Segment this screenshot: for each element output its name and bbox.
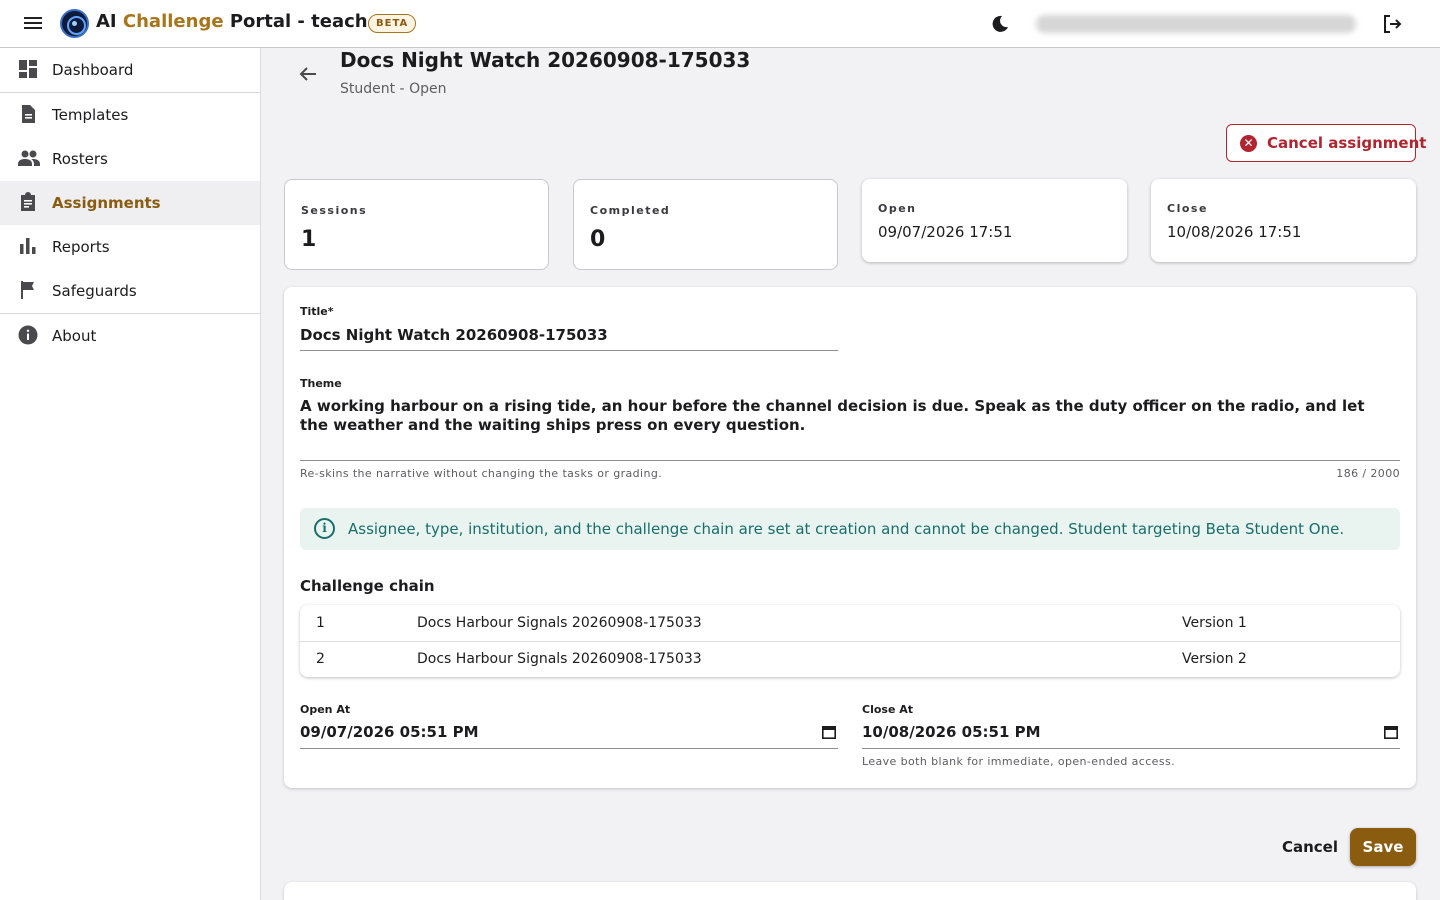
calendar-icon[interactable] [1384, 725, 1398, 739]
logout-icon[interactable] [1381, 13, 1403, 35]
info-alert: i Assignee, type, institution, and the c… [300, 508, 1400, 550]
sidebar-item-safeguards[interactable]: Safeguards [0, 269, 260, 313]
bar-chart-icon [18, 236, 38, 256]
info-outline-icon: i [314, 518, 335, 539]
calendar-icon[interactable] [822, 725, 836, 739]
title-input[interactable]: Docs Night Watch 20260908-175033 [300, 323, 838, 351]
stat-card-sessions: Sessions 1 [284, 179, 549, 270]
sidebar: Dashboard Templates Rosters Assignments … [0, 48, 261, 900]
table-row: 2 Docs Harbour Signals 20260908-175033 V… [300, 641, 1400, 677]
close-at-value: 10/08/2026 05:51 PM [862, 723, 1041, 741]
cancel-button[interactable]: Cancel [1276, 830, 1344, 864]
info-alert-text: Assignee, type, institution, and the cha… [348, 520, 1345, 538]
app-title-prefix: AI [96, 11, 123, 32]
sidebar-item-label: Assignments [52, 194, 161, 212]
challenge-chain-label: Challenge chain [300, 577, 435, 595]
cancel-assignment-button[interactable]: ✕ Cancel assignment [1226, 124, 1426, 162]
stat-value: 1 [301, 227, 317, 252]
page-subtitle: Student - Open [340, 81, 447, 97]
theme-helper-text: Re-skins the narrative without changing … [300, 467, 663, 480]
stat-value: 09/07/2026 17:51 [878, 223, 1013, 241]
sidebar-item-label: About [52, 327, 97, 345]
moon-icon[interactable] [990, 14, 1010, 34]
sidebar-item-label: Dashboard [52, 61, 134, 79]
challenge-chain-table: 1 Docs Harbour Signals 20260908-175033 V… [300, 605, 1400, 677]
theme-textarea-value: A working harbour on a rising tide, an h… [300, 397, 1365, 434]
app-title: AI Challenge Portal - teacher [96, 11, 389, 32]
sidebar-item-rosters[interactable]: Rosters [0, 137, 260, 181]
chain-index: 1 [316, 615, 325, 631]
stat-card-completed: Completed 0 [573, 179, 838, 270]
user-email-redacted [1036, 15, 1356, 33]
dashboard-icon [18, 59, 38, 79]
cancel-circle-icon: ✕ [1240, 135, 1257, 152]
open-at-label: Open At [300, 703, 351, 716]
sidebar-item-about[interactable]: About [0, 314, 260, 358]
stat-label: Sessions [301, 204, 368, 217]
chain-index: 2 [316, 651, 325, 667]
chain-challenge-name: Docs Harbour Signals 20260908-175033 [417, 615, 702, 631]
back-arrow-icon[interactable] [296, 62, 320, 86]
chain-challenge-name: Docs Harbour Signals 20260908-175033 [417, 651, 702, 667]
beta-badge: BETA [368, 14, 417, 33]
close-at-input[interactable]: 10/08/2026 05:51 PM [862, 719, 1400, 749]
table-row: 1 Docs Harbour Signals 20260908-175033 V… [300, 605, 1400, 641]
sidebar-item-assignments[interactable]: Assignments [0, 181, 260, 225]
dates-helper-text: Leave both blank for immediate, open-end… [862, 755, 1176, 768]
theme-label: Theme [300, 377, 342, 390]
open-at-value: 09/07/2026 05:51 PM [300, 723, 479, 741]
open-at-input[interactable]: 09/07/2026 05:51 PM [300, 719, 838, 749]
save-button[interactable]: Save [1350, 828, 1416, 866]
flag-icon [18, 280, 38, 300]
stat-label: Close [1167, 202, 1208, 215]
people-icon [18, 148, 40, 168]
sidebar-item-templates[interactable]: Templates [0, 93, 260, 137]
close-at-label: Close At [862, 703, 914, 716]
title-label: Title* [300, 305, 334, 318]
sidebar-item-label: Templates [52, 106, 129, 124]
sidebar-item-reports[interactable]: Reports [0, 225, 260, 269]
stat-label: Open [878, 202, 917, 215]
theme-char-counter: 186 / 2000 [1336, 467, 1400, 480]
stat-card-open: Open 09/07/2026 17:51 [862, 179, 1127, 262]
info-icon [18, 325, 38, 345]
page-title: Docs Night Watch 20260908-175033 [340, 48, 751, 72]
document-icon [18, 104, 38, 124]
stat-card-close: Close 10/08/2026 17:51 [1151, 179, 1416, 262]
stat-value: 10/08/2026 17:51 [1167, 223, 1302, 241]
stat-value: 0 [590, 227, 606, 252]
title-input-value: Docs Night Watch 20260908-175033 [300, 326, 608, 344]
stat-label: Completed [590, 204, 671, 217]
clipboard-icon [18, 192, 38, 212]
next-card [284, 882, 1416, 900]
chain-version: Version 1 [1182, 615, 1247, 631]
sidebar-item-dashboard[interactable]: Dashboard [0, 48, 260, 92]
cancel-assignment-label: Cancel assignment [1267, 134, 1427, 152]
sidebar-item-label: Safeguards [52, 282, 137, 300]
menu-icon[interactable] [24, 14, 46, 34]
theme-textarea[interactable]: A working harbour on a rising tide, an h… [300, 395, 1400, 461]
app-logo [60, 9, 89, 38]
sidebar-item-label: Rosters [52, 150, 108, 168]
app-title-suffix: Portal - teacher [223, 11, 389, 32]
sidebar-item-label: Reports [52, 238, 110, 256]
assignment-form-card: Title* Docs Night Watch 20260908-175033 … [284, 287, 1416, 788]
top-app-bar: AI Challenge Portal - teacher BETA [0, 0, 1440, 48]
chain-version: Version 2 [1182, 651, 1247, 667]
app-title-accent: Challenge [122, 11, 224, 32]
